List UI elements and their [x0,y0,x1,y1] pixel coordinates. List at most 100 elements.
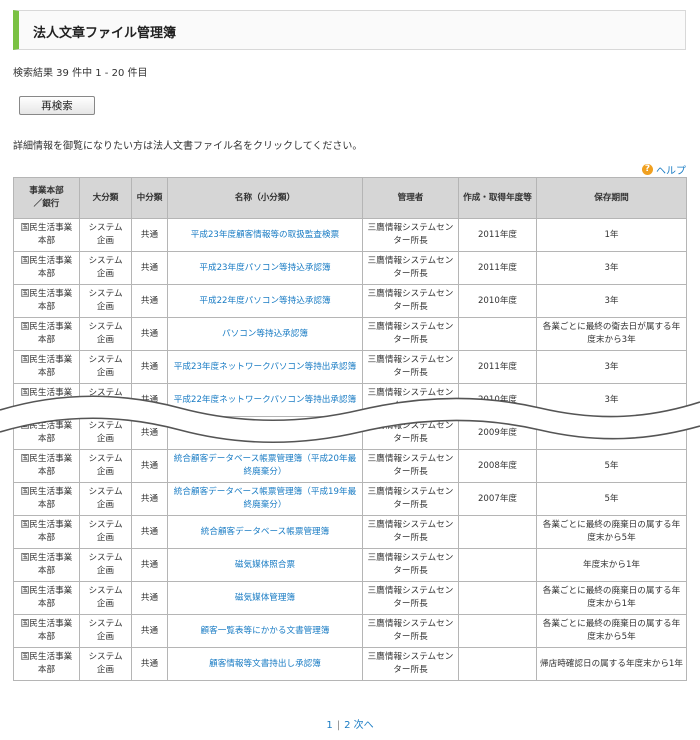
cell-manager: 三鷹情報システムセン ター所長 [362,284,459,318]
cell-retention-period: 3年 [536,251,687,285]
table-row: 国民生活事業 本部 システム 企画 共通 統合顧客データベース帳票管理簿（平成19年最 終廃… [13,482,687,516]
cell-manager: 三鷹情報システムセン ター所長 [362,548,459,582]
cell-name: 平成22年度パソコン等持込承認簿 [167,284,363,318]
cell-fiscal-year [458,548,537,582]
cell-name: 統合顧客データベース帳票管理簿 [167,515,363,549]
instruction-text: 詳細情報を御覧になりたい方は法人文書ファイル名をクリックしてください。 [13,141,363,152]
page-title-box: 法人文章ファイル管理簿 [13,10,686,50]
question-circle-icon: ? [642,164,653,175]
cell-name: 統合顧客データベース帳票管理簿（平成21年最 終廃棄分） [167,416,363,450]
cell-fiscal-year [458,647,537,681]
cell-retention-period: 各業ごとに最終の廃棄日の属する年 度末から5年 [536,614,687,648]
file-name-link[interactable]: 平成22年度パソコン等持込承認簿 [199,296,330,306]
cell-manager: 三鷹情報システムセン ター所長 [362,317,459,351]
cell-name: パソコン等持込承認簿 [167,317,363,351]
cell-name: 平成23年度顧客情報等の取扱監査検票 [167,218,363,252]
cell-manager: 三鷹情報システムセン ター所長 [362,350,459,384]
research-button[interactable]: 再検索 [19,96,95,115]
page-title: 法人文章ファイル管理簿 [33,26,177,41]
cell-fiscal-year: 2011年度 [458,218,537,252]
cell-manager: 三鷹情報システムセン ター所長 [362,515,459,549]
cell-major-category: システム 企画 [79,515,132,549]
file-name-link[interactable]: 統合顧客データベース帳票管理簿（平成21年最 終廃棄分） [174,421,356,444]
header-name: 名称（小分類） [167,177,363,219]
cell-fiscal-year [458,515,537,549]
cell-department: 国民生活事業 本部 [13,614,80,648]
cell-major-category: システム 企画 [79,218,132,252]
cell-department: 国民生活事業 本部 [13,482,80,516]
cell-middle-category: 共通 [131,614,168,648]
table-row: 国民生活事業 本部 システム 企画 共通 平成22年度パソコン等持込承認簿 三鷹情報システム… [13,284,687,318]
cell-manager: 三鷹情報システムセン ター所長 [362,614,459,648]
cell-major-category: システム 企画 [79,284,132,318]
file-name-link[interactable]: 顧客情報等文書持出し承認簿 [209,659,321,669]
cell-name: 平成23年度ネットワークパソコン等持出承認簿 [167,350,363,384]
cell-fiscal-year [458,317,537,351]
header-retention-period: 保存期間 [536,177,687,219]
cell-middle-category: 共通 [131,581,168,615]
cell-retention-period: 3年 [536,350,687,384]
cell-major-category: システム 企画 [79,581,132,615]
file-name-link[interactable]: 統合顧客データベース帳票管理簿（平成20年最 終廃棄分） [174,454,356,477]
header-fiscal-year: 作成・取得年度等 [458,177,537,219]
cell-retention-period: 各業ごとに最終の廃棄日の属する年 度末から1年 [536,581,687,615]
cell-middle-category: 共通 [131,383,168,417]
table-row: 国民生活事業 本部 システム 企画 共通 顧客情報等文書持出し承認簿 三鷹情報システムセンタ… [13,647,687,681]
cell-middle-category: 共通 [131,284,168,318]
table-row: 国民生活事業 本部 システム 企画 共通 パソコン等持込承認簿 三鷹情報システムセン ター所長… [13,317,687,351]
cell-department: 国民生活事業 本部 [13,548,80,582]
file-name-link[interactable]: 平成23年度パソコン等持込承認簿 [199,263,330,273]
header-manager: 管理者 [362,177,459,219]
cell-name: 統合顧客データベース帳票管理簿（平成19年最 終廃棄分） [167,482,363,516]
cell-department: 国民生活事業 本部 [13,350,80,384]
cell-department: 国民生活事業 本部 [13,449,80,483]
file-name-link[interactable]: 顧客一覧表等にかかる文書管理簿 [201,626,330,636]
help-label: ヘルプ [656,166,686,177]
pagination: 1 | 2 次へ [0,716,700,731]
cell-retention-period: 1年 [536,218,687,252]
file-name-link[interactable]: 平成23年度ネットワークパソコン等持出承認簿 [174,362,356,372]
file-name-link[interactable]: 統合顧客データベース帳票管理簿（平成19年最 終廃棄分） [174,487,356,510]
cell-middle-category: 共通 [131,251,168,285]
next-page-link[interactable]: 次へ [354,720,374,731]
cell-middle-category: 共通 [131,515,168,549]
cell-fiscal-year [458,614,537,648]
cell-manager: 三鷹情報システムセン ター所長 [362,581,459,615]
file-name-link[interactable]: 磁気媒体照合票 [235,560,295,570]
cell-department: 国民生活事業 本部 [13,383,80,417]
file-name-link[interactable]: 磁気媒体管理簿 [235,593,295,603]
help-link[interactable]: ? ヘルプ [642,162,686,177]
cell-middle-category: 共通 [131,449,168,483]
cell-middle-category: 共通 [131,416,168,450]
cell-manager: 三鷹情報システムセン ター所長 [362,449,459,483]
table-row: 国民生活事業 本部 システム 企画 共通 磁気媒体照合票 三鷹情報システムセン ター所長 年度末… [13,548,687,582]
cell-retention-period: 帰店時確認日の属する年度末から1年 [536,647,687,681]
cell-department: 国民生活事業 本部 [13,284,80,318]
file-name-link[interactable]: 平成22年度ネットワークパソコン等持出承認簿 [174,395,356,405]
cell-fiscal-year: 2011年度 [458,350,537,384]
page-separator: | [336,720,341,731]
table-row: 国民生活事業 本部 システム 企画 共通 平成23年度ネットワークパソコン等持出承認簿 三鷹… [13,350,687,384]
cell-department: 国民生活事業 本部 [13,251,80,285]
search-result-count: 検索結果 39 件中 1 - 20 件目 [13,68,148,79]
cell-retention-period: 各業ごとに最終の衛去日が属する年 度末から3年 [536,317,687,351]
cell-manager: 三鷹情報システムセン ター所長 [362,383,459,417]
cell-major-category: システム 企画 [79,251,132,285]
cell-name: 顧客情報等文書持出し承認簿 [167,647,363,681]
file-name-link[interactable]: パソコン等持込承認簿 [222,329,308,339]
cell-manager: 三鷹情報システムセン ター所長 [362,251,459,285]
cell-retention-period: 5年 [536,482,687,516]
page-2-link[interactable]: 2 [344,720,350,731]
cell-department: 国民生活事業 本部 [13,416,80,450]
cell-manager: 三鷹情報システムセン ター所長 [362,647,459,681]
table-header-row: 事業本部 ／銀行 大分類 中分類 名称（小分類） 管理者 作成・取得年度等 保存期… [13,177,687,219]
cell-retention-period: 3年 [536,383,687,417]
file-name-link[interactable]: 平成23年度顧客情報等の取扱監査検票 [191,230,339,240]
header-major-category: 大分類 [79,177,132,219]
cell-manager: 三鷹情報システムセン ター所長 [362,416,459,450]
file-name-link[interactable]: 統合顧客データベース帳票管理簿 [201,527,329,537]
cell-retention-period: 5年 [536,449,687,483]
cell-major-category: システム 企画 [79,482,132,516]
header-middle-category: 中分類 [131,177,168,219]
table-row: 国民生活事業 本部 システム 企画 共通 統合顧客データベース帳票管理簿 三鷹情報システムセ… [13,515,687,549]
